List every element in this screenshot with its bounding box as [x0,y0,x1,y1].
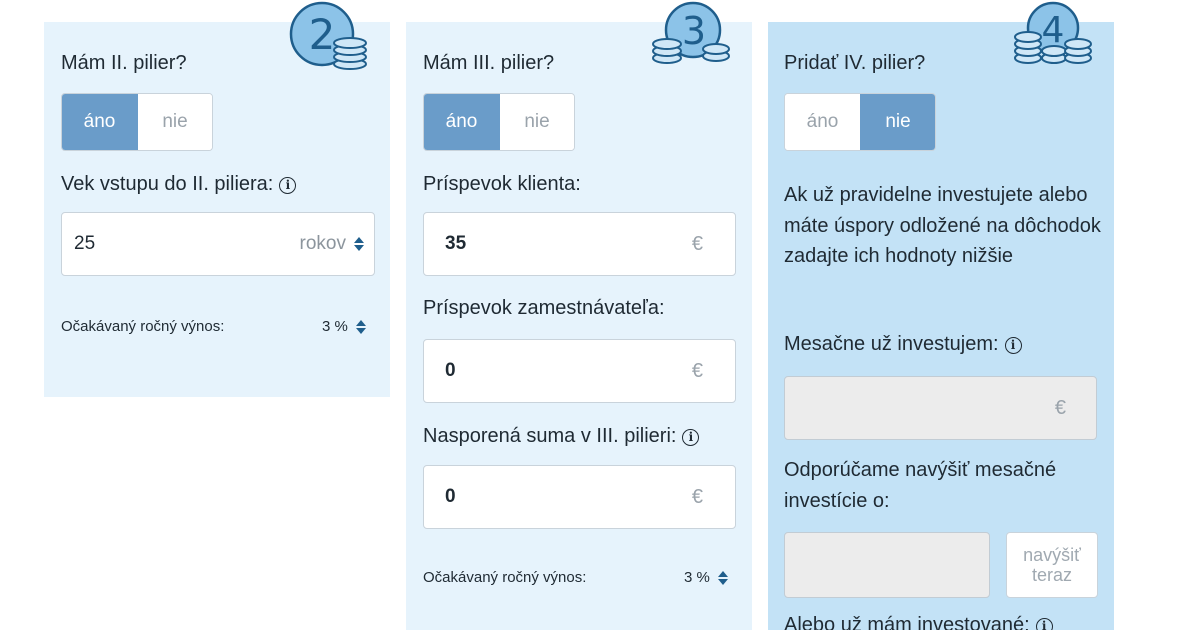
step-2-coins-icon: 2 [289,1,367,70]
pillar2-entry-age-unit: rokov [299,233,346,254]
info-icon[interactable]: i [1004,337,1022,354]
step-2-number: 2 [309,10,336,59]
pillar4-monthly-field[interactable]: € [784,376,1097,440]
pillar4-info-text: Ak už pravidelne investujete alebo máte … [784,184,1101,267]
step-4-coins-icon: 4 [1014,1,1092,64]
pillar4-recommend-field[interactable] [784,532,990,598]
pillar3-client-value[interactable]: 35 [436,233,692,255]
pillar3-client-field[interactable]: 35 € [423,212,736,276]
pillar3-return-value: 3 % [684,569,710,586]
pillar2-entry-age-value[interactable]: 25 [74,233,300,255]
pillar3-toggle: áno nie [423,93,575,151]
pillar4-question: Pridať IV. pilier? [784,52,926,74]
pillar4-toggle: áno nie [784,93,936,151]
pillar3-client-label: Príspevok klienta: [423,173,581,195]
step-3-coins-icon: 3 [652,1,730,64]
pillar3-employer-value[interactable]: 0 [436,360,692,382]
pillar3-panel: Mám III. pilier? áno nie Príspevok klien… [406,22,752,630]
pillar3-yes-option[interactable]: áno [424,94,499,150]
info-icon[interactable]: i [682,429,700,446]
pillar4-invested-label: Alebo už mám investované: i [784,614,1053,630]
step-3-number: 3 [682,9,706,53]
pillar3-return-select[interactable]: 3 % [684,569,728,586]
euro-unit: € [691,232,703,255]
pillar2-no-option[interactable]: nie [137,94,212,150]
step-4-number: 4 [1042,10,1065,51]
spinner-icon[interactable] [354,237,364,251]
pillar3-no-option[interactable]: nie [499,94,574,150]
pillar2-return-value: 3 % [322,318,348,335]
pillar3-question: Mám III. pilier? [423,52,555,74]
pillar4-yes-option[interactable]: áno [785,94,860,150]
pillar2-return-select[interactable]: 3 % [322,318,366,335]
pillar3-return-label: Očakávaný ročný výnos: [423,569,587,586]
euro-unit: € [1054,396,1066,419]
info-icon[interactable]: i [1035,618,1053,630]
pillar2-question: Mám II. pilier? [61,52,187,74]
pillar2-yes-option[interactable]: áno [62,94,137,150]
pillar3-saved-field[interactable]: 0 € [423,465,736,529]
spinner-icon[interactable] [717,571,728,586]
pillar4-no-option[interactable]: nie [860,94,935,150]
pillar3-employer-field[interactable]: 0 € [423,339,736,403]
pillar4-panel: Pridať IV. pilier? áno nie Ak už pravide… [768,22,1114,630]
pillar2-entry-age-label: Vek vstupu do II. piliera: i [61,173,297,196]
pillar3-employer-label: Príspevok zamestnávateľa: [423,297,665,319]
pillar2-panel: Mám II. pilier? áno nie Vek vstupu do II… [44,22,390,397]
pillar2-toggle: áno nie [61,93,213,151]
euro-unit: € [691,485,703,508]
pillar2-return-label: Očakávaný ročný výnos: [61,318,225,335]
info-icon[interactable]: i [279,177,297,194]
pillar3-saved-label: Nasporená suma v III. pilieri: i [423,425,700,448]
spinner-icon[interactable] [355,320,366,335]
pillar4-recommend-label: Odporúčame navýšiť mesačné investície o: [784,459,1057,512]
pillar3-saved-value[interactable]: 0 [436,486,692,508]
increase-now-button[interactable]: navýšiť teraz [1006,532,1098,598]
pillar4-monthly-label: Mesačne už investujem: i [784,333,1022,356]
pillar2-entry-age-field[interactable]: 25 rokov [61,212,375,276]
euro-unit: € [691,359,703,382]
